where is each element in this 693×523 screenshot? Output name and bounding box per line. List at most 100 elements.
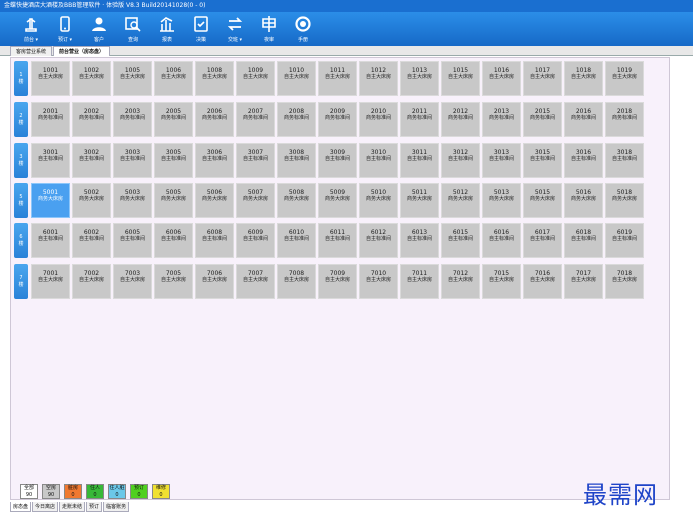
room-tile-3013[interactable]: 3013 自主标准间 [482,143,521,178]
room-tile-2016[interactable]: 2016 商务标准间 [564,102,603,137]
room-tile-6013[interactable]: 6013 自主标准间 [400,223,439,258]
room-tile-3012[interactable]: 3012 自主标准间 [441,143,480,178]
room-tile-3011[interactable]: 3011 自主标准间 [400,143,439,178]
room-tile-2011[interactable]: 2011 商务标准间 [400,102,439,137]
legend-4[interactable]: 住人脏 0 [108,484,126,499]
room-tile-3016[interactable]: 3016 自主标准间 [564,143,603,178]
room-tile-1009[interactable]: 1009 自主大床房 [236,61,275,96]
toolbar-button-reception[interactable]: 前台 ▾ [14,12,48,46]
room-tile-3006[interactable]: 3006 自主标准间 [195,143,234,178]
toolbar-button-phone[interactable]: 预订 ▾ [48,12,82,46]
room-tile-7012[interactable]: 7012 自主大床房 [441,264,480,299]
room-tile-6009[interactable]: 6009 自主标准间 [236,223,275,258]
room-tile-3003[interactable]: 3003 自主标准间 [113,143,152,178]
room-tile-5012[interactable]: 5012 商务大床房 [441,183,480,218]
room-tile-1001[interactable]: 1001 自主大床房 [31,61,70,96]
room-tile-7005[interactable]: 7005 自主大床房 [154,264,193,299]
toolbar-button-decision[interactable]: 决策 [184,12,218,46]
room-tile-5018[interactable]: 5018 商务大床房 [605,183,644,218]
room-tile-1016[interactable]: 1016 自主大床房 [482,61,521,96]
room-tile-2013[interactable]: 2013 商务标准间 [482,102,521,137]
room-tile-2007[interactable]: 2007 商务标准间 [236,102,275,137]
room-tile-6019[interactable]: 6019 自主标准间 [605,223,644,258]
room-tile-7003[interactable]: 7003 自主大床房 [113,264,152,299]
room-tile-7015[interactable]: 7015 自主大床房 [482,264,521,299]
room-tile-2002[interactable]: 2002 商务标准间 [72,102,111,137]
room-tile-3001[interactable]: 3001 自主标准间 [31,143,70,178]
room-tile-1013[interactable]: 1013 自主大床房 [400,61,439,96]
room-tile-7017[interactable]: 7017 自主大床房 [564,264,603,299]
room-tile-3008[interactable]: 3008 自主标准间 [277,143,316,178]
room-tile-7018[interactable]: 7018 自主大床房 [605,264,644,299]
room-tile-1015[interactable]: 1015 自主大床房 [441,61,480,96]
room-tile-1010[interactable]: 1010 自主大床房 [277,61,316,96]
bottom-tab-3[interactable]: 预订 [86,502,103,512]
room-tile-3015[interactable]: 3015 自主标准间 [523,143,562,178]
room-tile-6006[interactable]: 6006 自主标准间 [154,223,193,258]
tab-room-system[interactable]: 客房营业系统 [10,46,53,56]
room-tile-7001[interactable]: 7001 自主大床房 [31,264,70,299]
room-tile-5015[interactable]: 5015 商务大床房 [523,183,562,218]
room-tile-5010[interactable]: 5010 商务大床房 [359,183,398,218]
room-tile-7008[interactable]: 7008 自主大床房 [277,264,316,299]
floor-tab-5[interactable]: 5楼 [14,183,28,218]
legend-1[interactable]: 空房 90 [42,484,60,499]
room-tile-3005[interactable]: 3005 自主标准间 [154,143,193,178]
room-tile-5007[interactable]: 5007 商务大床房 [236,183,275,218]
floor-tab-1[interactable]: 1楼 [14,61,28,96]
room-tile-1017[interactable]: 1017 自主大床房 [523,61,562,96]
room-tile-6008[interactable]: 6008 自主标准间 [195,223,234,258]
room-tile-5013[interactable]: 5013 商务大床房 [482,183,521,218]
room-tile-6015[interactable]: 6015 自主标准间 [441,223,480,258]
room-tile-2012[interactable]: 2012 商务标准间 [441,102,480,137]
room-tile-6016[interactable]: 6016 自主标准间 [482,223,521,258]
room-tile-2009[interactable]: 2009 商务标准间 [318,102,357,137]
room-tile-3007[interactable]: 3007 自主标准间 [236,143,275,178]
room-tile-1011[interactable]: 1011 自主大床房 [318,61,357,96]
tab-front-desk[interactable]: 前台营业（房态盘） [53,46,111,56]
bottom-tab-4[interactable]: 临客账务 [103,502,130,512]
room-tile-2015[interactable]: 2015 商务标准间 [523,102,562,137]
room-tile-6011[interactable]: 6011 自主标准间 [318,223,357,258]
room-tile-5001[interactable]: 5001 商务大床房 [31,183,70,218]
room-tile-2018[interactable]: 2018 商务标准间 [605,102,644,137]
room-tile-2010[interactable]: 2010 商务标准间 [359,102,398,137]
bottom-tab-1[interactable]: 今日离店 [32,502,59,512]
room-tile-5002[interactable]: 5002 商务大床房 [72,183,111,218]
room-tile-2006[interactable]: 2006 商务标准间 [195,102,234,137]
room-tile-2001[interactable]: 2001 商务标准间 [31,102,70,137]
room-tile-6001[interactable]: 6001 自主标准间 [31,223,70,258]
room-tile-1012[interactable]: 1012 自主大床房 [359,61,398,96]
room-tile-1002[interactable]: 1002 自主大床房 [72,61,111,96]
floor-tab-7[interactable]: 7楼 [14,264,28,299]
room-tile-6005[interactable]: 6005 自主标准间 [113,223,152,258]
room-tile-1008[interactable]: 1008 自主大床房 [195,61,234,96]
room-tile-5003[interactable]: 5003 商务大床房 [113,183,152,218]
floor-tab-2[interactable]: 2楼 [14,102,28,137]
floor-tab-6[interactable]: 6楼 [14,223,28,258]
room-tile-3018[interactable]: 3018 自主标准间 [605,143,644,178]
toolbar-button-report[interactable]: 报表 [150,12,184,46]
room-tile-7016[interactable]: 7016 自主大床房 [523,264,562,299]
room-tile-6002[interactable]: 6002 自主标准间 [72,223,111,258]
room-tile-2003[interactable]: 2003 商务标准间 [113,102,152,137]
bottom-tab-2[interactable]: 走账未结 [59,502,86,512]
room-tile-1005[interactable]: 1005 自主大床房 [113,61,152,96]
room-tile-6012[interactable]: 6012 自主标准间 [359,223,398,258]
room-tile-5011[interactable]: 5011 商务大床房 [400,183,439,218]
room-tile-7010[interactable]: 7010 自主大床房 [359,264,398,299]
floor-tab-3[interactable]: 3楼 [14,143,28,178]
toolbar-button-audit[interactable]: 夜审 [252,12,286,46]
room-tile-6010[interactable]: 6010 自主标准间 [277,223,316,258]
room-tile-5005[interactable]: 5005 商务大床房 [154,183,193,218]
toolbar-button-customer[interactable]: 客户 [82,12,116,46]
room-tile-2005[interactable]: 2005 商务标准间 [154,102,193,137]
room-tile-3009[interactable]: 3009 自主标准间 [318,143,357,178]
legend-0[interactable]: 全部 90 [20,484,38,499]
room-tile-7007[interactable]: 7007 自主大床房 [236,264,275,299]
legend-6[interactable]: 维修 0 [152,484,170,499]
room-tile-7009[interactable]: 7009 自主大床房 [318,264,357,299]
room-tile-5008[interactable]: 5008 商务大床房 [277,183,316,218]
toolbar-button-search[interactable]: 查询 [116,12,150,46]
bottom-tab-0[interactable]: 房态盘 [10,502,32,512]
